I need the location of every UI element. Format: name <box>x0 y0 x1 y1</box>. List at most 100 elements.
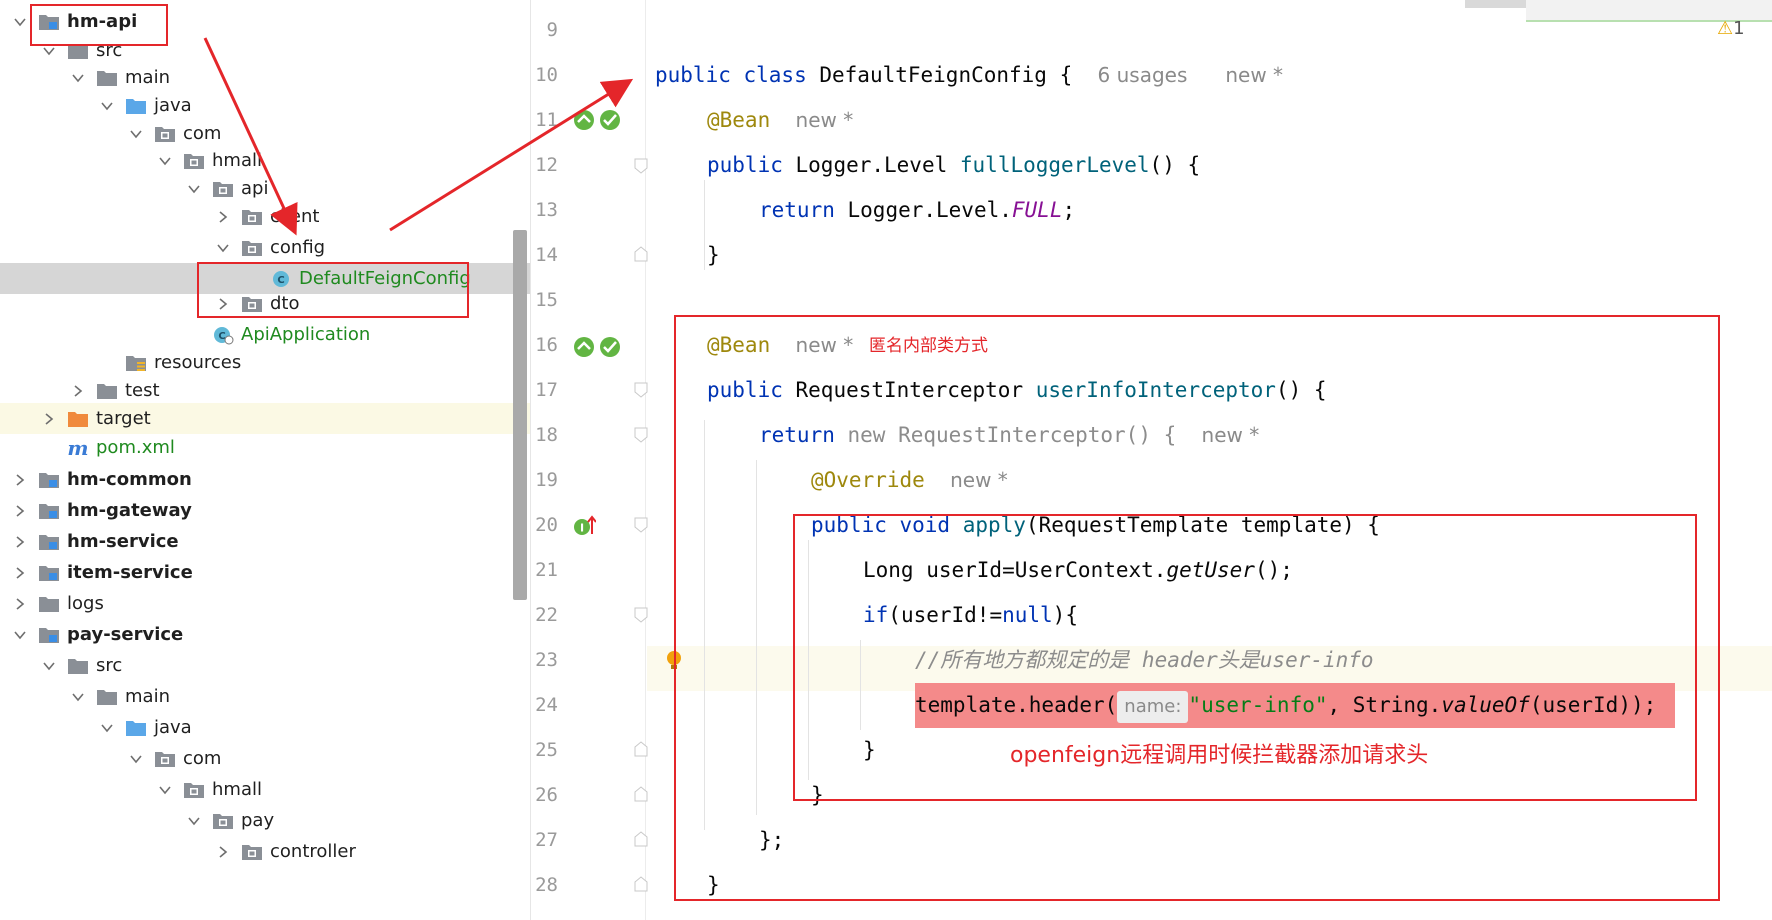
module-folder-icon <box>38 532 60 552</box>
chevron-right-icon[interactable] <box>10 594 30 614</box>
chevron-down-icon[interactable] <box>97 718 117 738</box>
fold-marker-icon[interactable] <box>634 876 648 892</box>
tree-item-pay-service[interactable]: pay-service <box>0 619 530 650</box>
line-number: 17 <box>535 379 558 401</box>
fold-marker-icon[interactable] <box>634 382 648 398</box>
tree-item-pom-xml[interactable]: m pom.xml <box>0 432 530 463</box>
code-line-10[interactable]: public class DefaultFeignConfig { 6 usag… <box>655 53 1283 98</box>
line-number: 18 <box>535 424 558 446</box>
tree-item-main[interactable]: main <box>0 62 530 93</box>
tree-item-java[interactable]: java <box>0 712 530 743</box>
tree-item-label: resources <box>154 352 242 373</box>
package-icon <box>241 238 263 258</box>
chevron-down-icon[interactable] <box>126 124 146 144</box>
tree-item-config[interactable]: config <box>0 232 530 263</box>
source-folder-icon <box>125 718 147 738</box>
chevron-down-icon[interactable] <box>155 780 175 800</box>
chevron-down-icon[interactable] <box>213 238 233 258</box>
bean-navigation-icon[interactable] <box>572 108 596 132</box>
tree-item-hm-service[interactable]: hm-service <box>0 526 530 557</box>
chevron-down-icon[interactable] <box>184 179 204 199</box>
line-number: 24 <box>535 694 558 716</box>
spring-bean-icon[interactable] <box>598 335 622 359</box>
tree-item-item-service[interactable]: item-service <box>0 557 530 588</box>
tree-item-main[interactable]: main <box>0 681 530 712</box>
fold-marker-icon[interactable] <box>634 741 648 757</box>
tree-item-hmall[interactable]: hmall <box>0 145 530 176</box>
author-hint[interactable]: new * <box>1225 63 1283 87</box>
tree-item-test[interactable]: test <box>0 375 530 406</box>
project-tree: hm-api src main java com hmall api client config… <box>0 0 530 920</box>
tree-item-resources[interactable]: resources <box>0 347 530 378</box>
tree-item-label: com <box>183 123 222 144</box>
chevron-down-icon[interactable] <box>184 811 204 831</box>
line-number: 27 <box>535 829 558 851</box>
tree-item-label: target <box>96 408 151 429</box>
chevron-right-icon[interactable] <box>213 207 233 227</box>
chevron-down-icon[interactable] <box>10 12 30 32</box>
fold-marker-icon[interactable] <box>634 158 648 174</box>
fold-marker-icon[interactable] <box>634 427 648 443</box>
chevron-right-icon[interactable] <box>213 842 233 862</box>
tree-item-hm-gateway[interactable]: hm-gateway <box>0 495 530 526</box>
chevron-down-icon[interactable] <box>39 656 59 676</box>
fold-marker-icon[interactable] <box>634 831 648 847</box>
chevron-right-icon[interactable] <box>10 532 30 552</box>
code-line-13[interactable]: return Logger.Level.FULL; <box>759 188 1075 233</box>
tree-item-pay[interactable]: pay <box>0 805 530 836</box>
tree-item-label: hmall <box>212 779 262 800</box>
fold-marker-icon[interactable] <box>634 246 648 262</box>
usages-hint[interactable]: 6 usages <box>1098 63 1188 87</box>
tree-item-target[interactable]: target <box>0 403 530 434</box>
tree-item-java[interactable]: java <box>0 90 530 121</box>
author-hint[interactable]: new * <box>796 108 854 132</box>
folder-icon <box>67 656 89 676</box>
fold-marker-icon[interactable] <box>634 517 648 533</box>
module-folder-icon <box>38 563 60 583</box>
tree-item-label: com <box>183 748 222 769</box>
tree-item-label: hm-common <box>67 469 192 490</box>
tree-item-logs[interactable]: logs <box>0 588 530 619</box>
chevron-down-icon[interactable] <box>68 687 88 707</box>
chevron-right-icon[interactable] <box>10 563 30 583</box>
fold-marker-icon[interactable] <box>634 786 648 802</box>
spring-bean-icon[interactable] <box>598 108 622 132</box>
chevron-right-icon[interactable] <box>39 409 59 429</box>
line-number: 15 <box>535 289 558 311</box>
fold-marker-icon[interactable] <box>634 607 648 623</box>
chevron-right-icon[interactable] <box>10 470 30 490</box>
tree-item-apiapplication[interactable]: C ApiApplication <box>0 319 530 350</box>
tree-item-controller[interactable]: controller <box>0 836 530 867</box>
chevron-down-icon[interactable] <box>97 96 117 116</box>
chevron-down-icon[interactable] <box>155 151 175 171</box>
tree-item-com[interactable]: com <box>0 743 530 774</box>
tree-item-label: pom.xml <box>96 437 175 458</box>
chevron-right-icon[interactable] <box>10 501 30 521</box>
tree-item-client[interactable]: client <box>0 201 530 232</box>
tree-item-label: hm-service <box>67 531 179 552</box>
tree-scrollbar[interactable] <box>513 230 527 600</box>
tree-item-label: src <box>96 655 123 676</box>
chevron-down-icon[interactable] <box>126 749 146 769</box>
warning-indicator[interactable]: ⚠1 <box>1717 18 1745 39</box>
tree-item-api[interactable]: api <box>0 173 530 204</box>
tree-item-hmall[interactable]: hmall <box>0 774 530 805</box>
implements-method-icon[interactable]: I <box>572 514 596 538</box>
package-icon <box>154 749 176 769</box>
tree-item-label: api <box>241 178 269 199</box>
code-line-12[interactable]: public Logger.Level fullLoggerLevel() { <box>707 143 1200 188</box>
tree-item-hm-common[interactable]: hm-common <box>0 464 530 495</box>
chevron-down-icon[interactable] <box>10 625 30 645</box>
code-line-11[interactable]: @Bean new * <box>707 98 853 143</box>
package-icon <box>212 811 234 831</box>
package-icon <box>212 179 234 199</box>
code-line-14[interactable]: } <box>707 233 720 278</box>
package-icon <box>183 151 205 171</box>
line-number: 16 <box>535 334 558 356</box>
bean-navigation-icon[interactable] <box>572 335 596 359</box>
tree-item-src[interactable]: src <box>0 650 530 681</box>
chevron-right-icon[interactable] <box>68 381 88 401</box>
chevron-down-icon[interactable] <box>68 68 88 88</box>
